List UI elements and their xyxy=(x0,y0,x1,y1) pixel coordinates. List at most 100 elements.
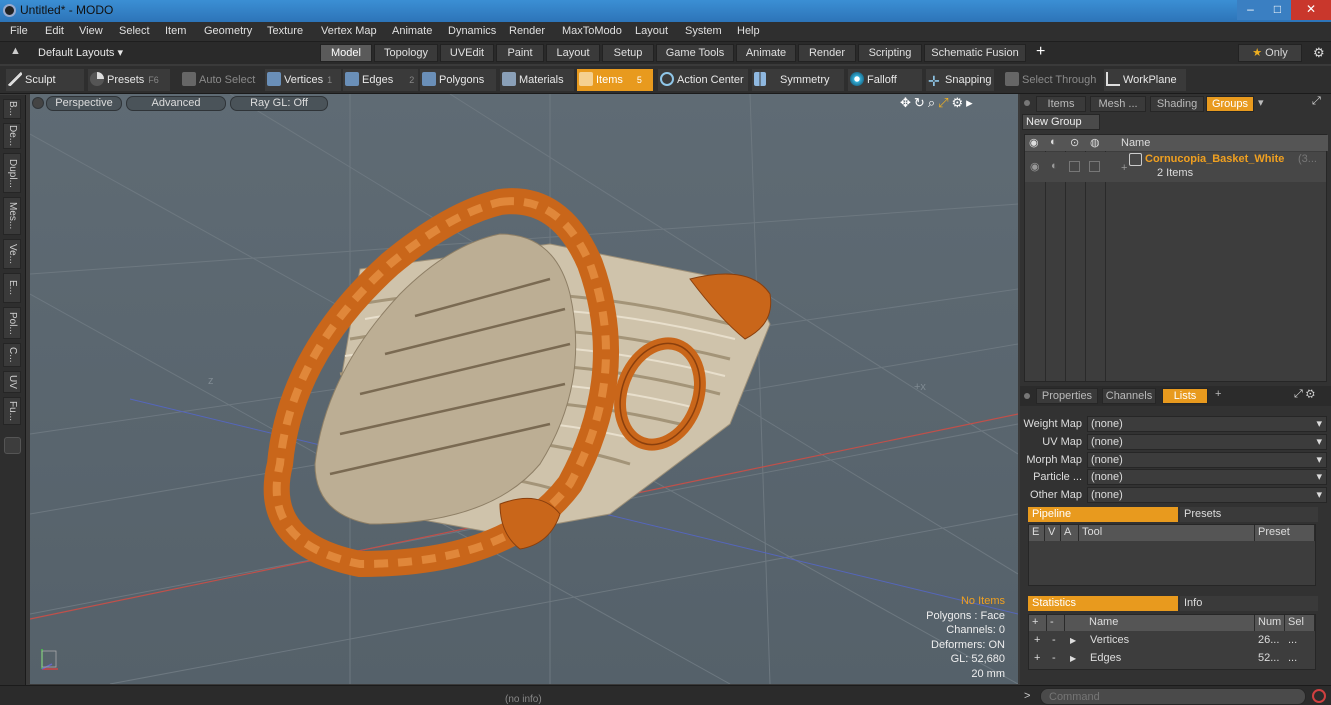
menu-dynamics[interactable]: Dynamics xyxy=(448,25,496,37)
left-strip-toggle[interactable] xyxy=(4,437,21,454)
edges-mode-button[interactable]: Edges 2 xyxy=(343,69,418,91)
menu-maxtomodo[interactable]: MaxToModo xyxy=(562,25,622,37)
menu-item[interactable]: Item xyxy=(165,25,186,37)
weight-map-select[interactable]: (none) ▾ xyxy=(1087,416,1327,432)
settings-gear-icon[interactable]: ⚙ xyxy=(1313,45,1325,61)
select-through-button[interactable]: Select Through xyxy=(1003,69,1099,91)
maximize-button[interactable]: □ xyxy=(1264,0,1291,20)
add-props-tab-button[interactable]: + xyxy=(1215,388,1221,400)
tab-properties[interactable]: Properties xyxy=(1036,388,1098,404)
falloff-button[interactable]: Falloff xyxy=(848,69,922,91)
particle-select[interactable]: (none) ▾ xyxy=(1087,469,1327,485)
left-tab-vertex[interactable]: Ve... xyxy=(3,239,21,269)
row-expand-triangle-icon[interactable]: ▶ xyxy=(1067,632,1076,649)
presets-tab[interactable]: Presets xyxy=(1180,507,1318,522)
default-layouts-dropdown[interactable]: Default Layouts ▾ xyxy=(38,46,123,59)
tab-channels[interactable]: Channels xyxy=(1102,388,1156,404)
menu-select[interactable]: Select xyxy=(119,25,150,37)
menu-view[interactable]: View xyxy=(79,25,103,37)
left-tab-fusion[interactable]: Fu... xyxy=(3,397,21,425)
row-expand-icon[interactable]: + xyxy=(1121,162,1127,174)
row-remove-icon[interactable]: - xyxy=(1049,650,1056,667)
tab-topology[interactable]: Topology xyxy=(374,44,438,62)
tab-paint[interactable]: Paint xyxy=(496,44,544,62)
left-tab-basic[interactable]: B... xyxy=(3,99,21,119)
tab-layout[interactable]: Layout xyxy=(546,44,600,62)
left-tab-polygon[interactable]: Pol... xyxy=(3,307,21,339)
lock-icon[interactable]: ⊙ xyxy=(1070,136,1079,149)
viewport-more-icon[interactable]: ▸ xyxy=(966,95,976,110)
left-tab-mesh-edit[interactable]: Mes... xyxy=(3,197,21,235)
row-add-icon[interactable]: + xyxy=(1031,632,1040,649)
uv-map-select[interactable]: (none) ▾ xyxy=(1087,434,1327,450)
tab-schematic-fusion[interactable]: Schematic Fusion xyxy=(924,44,1026,62)
menu-system[interactable]: System xyxy=(685,25,722,37)
row-eye-icon[interactable]: ◉ xyxy=(1030,160,1040,173)
other-map-select[interactable]: (none) ▾ xyxy=(1087,487,1327,503)
group-row[interactable]: ◉ ◐ + Cornucopia_Basket_White (3... 2 It… xyxy=(1025,152,1326,182)
view-perspective-button[interactable]: Perspective xyxy=(46,96,122,111)
items-mode-button[interactable]: Items 5 xyxy=(577,69,653,91)
tab-animate[interactable]: Animate xyxy=(736,44,796,62)
tab-items[interactable]: Items xyxy=(1036,96,1086,112)
symmetry-button[interactable]: Symmetry xyxy=(752,69,844,91)
tab-game-tools[interactable]: Game Tools xyxy=(656,44,734,62)
row-add-icon[interactable]: + xyxy=(1031,650,1040,667)
pipeline-tab[interactable]: Pipeline xyxy=(1028,507,1178,522)
record-icon[interactable] xyxy=(1312,689,1326,703)
props-panel-menu-dot[interactable] xyxy=(1024,393,1030,399)
tab-uvedit[interactable]: UVEdit xyxy=(440,44,494,62)
render-icon[interactable]: ◐ xyxy=(1050,136,1057,148)
close-button[interactable]: ✕ xyxy=(1291,0,1331,20)
vertices-mode-button[interactable]: Vertices 1 xyxy=(265,69,341,91)
left-tab-deform[interactable]: De... xyxy=(3,123,21,149)
groups-panel-menu-dot[interactable] xyxy=(1024,100,1030,106)
info-tab[interactable]: Info xyxy=(1180,596,1318,611)
tab-model[interactable]: Model xyxy=(320,44,372,62)
presets-button[interactable]: Presets F6 xyxy=(88,69,170,91)
groups-panel-expand-icon[interactable]: ⤢ xyxy=(1312,95,1321,108)
morph-map-select[interactable]: (none) ▾ xyxy=(1087,452,1327,468)
3d-viewport[interactable]: z +x Perspective Advanced Ray GL: Off ✥↻… xyxy=(30,94,1018,684)
raygl-toggle-button[interactable]: Ray GL: Off xyxy=(230,96,328,111)
auto-select-button[interactable]: Auto Select xyxy=(180,69,260,91)
left-tab-uv[interactable]: UV xyxy=(3,371,21,393)
select-icon[interactable]: ◍ xyxy=(1090,136,1100,149)
menu-animate[interactable]: Animate xyxy=(392,25,432,37)
menu-texture[interactable]: Texture xyxy=(267,25,303,37)
left-tab-edge[interactable]: E... xyxy=(3,273,21,303)
tab-setup[interactable]: Setup xyxy=(602,44,654,62)
row-select-checkbox[interactable] xyxy=(1089,161,1100,172)
shading-advanced-button[interactable]: Advanced xyxy=(126,96,226,111)
pan-icon[interactable]: ✥ xyxy=(900,95,914,110)
tab-lists[interactable]: Lists xyxy=(1162,388,1208,404)
workplane-button[interactable]: WorkPlane xyxy=(1104,69,1186,91)
table-row[interactable]: + - ▶ Edges 52... ... xyxy=(1029,650,1315,667)
left-tab-curve[interactable]: C... xyxy=(3,343,21,367)
layout-collapse-icon[interactable]: ▲ xyxy=(10,45,21,57)
menu-file[interactable]: File xyxy=(10,25,28,37)
table-row[interactable]: + - ▶ Vertices 26... ... xyxy=(1029,632,1315,649)
sculpt-button[interactable]: Sculpt xyxy=(6,69,84,91)
tab-groups[interactable]: Groups xyxy=(1206,96,1254,112)
new-group-button[interactable]: New Group xyxy=(1022,114,1100,130)
polygons-mode-button[interactable]: Polygons xyxy=(420,69,496,91)
rotate-icon[interactable]: ↻ xyxy=(914,95,928,110)
visibility-eye-icon[interactable]: ◉ xyxy=(1029,136,1039,149)
menu-vertex-map[interactable]: Vertex Map xyxy=(321,25,377,37)
menu-render[interactable]: Render xyxy=(509,25,545,37)
tab-shading[interactable]: Shading xyxy=(1150,96,1204,112)
minimize-button[interactable]: – xyxy=(1237,0,1264,20)
add-layout-tab-button[interactable]: + xyxy=(1036,43,1045,61)
row-lock-checkbox[interactable] xyxy=(1069,161,1080,172)
groups-tab-dropdown-icon[interactable]: ▾ xyxy=(1258,96,1264,109)
tab-scripting[interactable]: Scripting xyxy=(858,44,922,62)
menu-geometry[interactable]: Geometry xyxy=(204,25,252,37)
menu-help[interactable]: Help xyxy=(737,25,760,37)
maximize-viewport-icon[interactable]: ⤢ xyxy=(938,95,951,110)
row-remove-icon[interactable]: - xyxy=(1049,632,1056,649)
row-render-icon[interactable]: ◐ xyxy=(1051,160,1058,172)
tab-render[interactable]: Render xyxy=(798,44,856,62)
action-center-button[interactable]: Action Center xyxy=(658,69,748,91)
viewport-settings-icon[interactable]: ⚙ xyxy=(952,95,967,110)
